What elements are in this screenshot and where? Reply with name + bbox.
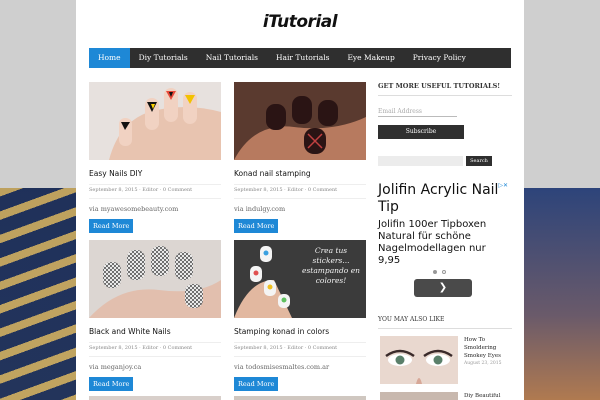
search-button[interactable]: Search [466,156,492,166]
post-thumbnail[interactable] [89,82,221,160]
site-logo[interactable]: iTutorial [76,12,524,32]
nav-item-eye-makeup[interactable]: Eye Makeup [338,48,403,68]
nav-item-nail-tutorials[interactable]: Nail Tutorials [197,48,267,68]
related-post-title[interactable]: Diy Beautiful [464,392,512,400]
nav-item-hair-tutorials[interactable]: Hair Tutorials [267,48,338,68]
post-thumbnail-partial[interactable] [234,396,366,400]
related-post-title[interactable]: How To Smoldering Smokey Eyes [464,336,512,360]
post-source: via indulgy.com [234,205,286,213]
post-meta: September 8, 2015 · Editor · 0 Comment [234,342,366,357]
post-title[interactable]: Black and White Nails [89,327,221,339]
nav-item-privacy-policy[interactable]: Privacy Policy [404,48,475,68]
post-meta: September 8, 2015 · Editor · 0 Comment [89,184,221,199]
post-meta: September 8, 2015 · Editor · 0 Comment [234,184,366,199]
ad-choices-icon[interactable]: ▷✕ [498,182,508,189]
subscribe-button[interactable]: Subscribe [378,125,464,139]
related-post-text: Diy Beautiful [464,392,512,400]
post-thumbnail[interactable] [234,82,366,160]
ad-dot[interactable] [433,270,437,274]
post-card: Easy Nails DIY September 8, 2015 · Edito… [89,82,221,233]
search-form: Search [378,156,512,166]
read-more-button[interactable]: Read More [89,377,134,391]
ad-title[interactable]: Jolifin Acrylic Nail Tip [378,182,508,216]
page-container: iTutorial Home Diy Tutorials Nail Tutori… [76,0,524,400]
ad-dot[interactable] [442,270,446,274]
sidebar: GET MORE USEFUL TUTORIALS! Email Address… [378,82,512,297]
ad-next-button[interactable]: ❯ [414,279,472,297]
read-more-button[interactable]: Read More [89,219,134,233]
post-title[interactable]: Easy Nails DIY [89,169,221,181]
related-post-text: How To Smoldering Smokey Eyes August 23,… [464,336,512,366]
nav-item-home[interactable]: Home [89,48,130,68]
post-meta: September 8, 2015 · Editor · 0 Comment [89,342,221,357]
related-post-thumbnail[interactable] [380,336,458,384]
main-nav: Home Diy Tutorials Nail Tutorials Hair T… [89,48,511,68]
ad-body: Jolifin 100er Tipboxen Natural für schön… [378,219,487,266]
read-more-button[interactable]: Read More [234,377,279,391]
thumbnail-caption: Crea tus stickers... estampando en color… [302,246,360,285]
post-title[interactable]: Stamping konad in colors [234,327,366,339]
nav-item-diy-tutorials[interactable]: Diy Tutorials [130,48,197,68]
newsletter-heading: GET MORE USEFUL TUTORIALS! [378,82,512,96]
background-sky [520,188,600,400]
post-source: via meganjoy.ca [89,363,142,371]
search-input[interactable] [378,156,463,166]
chevron-right-icon: ❯ [438,282,448,293]
background-building [0,188,80,400]
you-may-also-like-heading: YOU MAY ALSO LIKE [378,316,512,329]
post-card: Black and White Nails September 8, 2015 … [89,240,221,391]
post-title[interactable]: Konad nail stamping [234,169,366,181]
post-thumbnail-partial[interactable] [89,396,221,400]
email-field[interactable]: Email Address [378,107,457,117]
post-card: Crea tus stickers... estampando en color… [234,240,366,391]
post-card: Konad nail stamping September 8, 2015 · … [234,82,366,233]
post-thumbnail[interactable] [89,240,221,318]
related-post-thumbnail[interactable] [380,392,458,400]
ad-pagination [433,270,508,274]
post-thumbnail[interactable]: Crea tus stickers... estampando en color… [234,240,366,318]
post-source: via todosmisesmaltes.com.ar [234,363,330,371]
related-post-date: August 23, 2015 [464,361,502,366]
post-source: via myawesomebeauty.com [89,205,179,213]
read-more-button[interactable]: Read More [234,219,279,233]
ad-banner[interactable]: ▷✕ Jolifin Acrylic Nail Tip Jolifin 100e… [378,182,508,297]
